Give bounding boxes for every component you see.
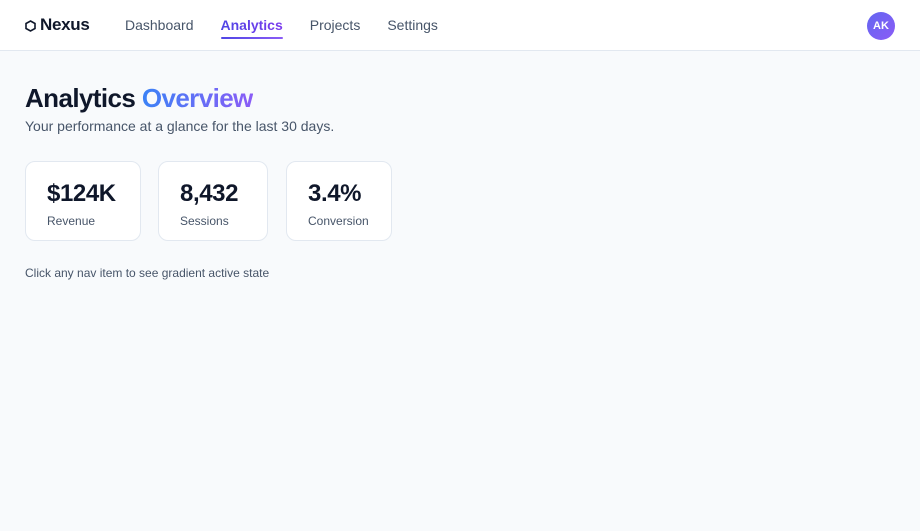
hexagon-icon — [25, 19, 36, 32]
stat-card-revenue: $124K Revenue — [25, 161, 141, 241]
stat-label: Sessions — [180, 214, 229, 228]
brand-logo[interactable]: Nexus — [25, 15, 90, 35]
top-navbar: Nexus Dashboard Analytics Projects Setti… — [0, 0, 920, 51]
stat-value: $124K — [47, 180, 116, 207]
brand-name: Nexus — [40, 15, 90, 34]
stat-value: 8,432 — [180, 180, 239, 207]
nav-item-settings[interactable]: Settings — [387, 0, 438, 51]
user-avatar[interactable]: AK — [867, 12, 895, 40]
hint-text: Click any nav item to see gradient activ… — [25, 266, 270, 280]
page-title-main: Analytics — [25, 83, 136, 113]
nav-item-analytics[interactable]: Analytics — [220, 0, 284, 51]
stat-card-sessions: 8,432 Sessions — [158, 161, 268, 241]
main-nav: Dashboard Analytics Projects Settings — [125, 0, 438, 51]
stat-value: 3.4% — [308, 180, 362, 207]
page-title: Analytics Overview — [25, 83, 253, 114]
page-title-accent: Overview — [141, 83, 253, 113]
page-subtitle: Your performance at a glance for the las… — [25, 118, 335, 134]
nav-item-dashboard[interactable]: Dashboard — [125, 0, 194, 51]
stat-label: Conversion — [308, 214, 369, 228]
stat-card-conversion: 3.4% Conversion — [286, 161, 392, 241]
stat-label: Revenue — [47, 214, 96, 228]
nav-item-projects[interactable]: Projects — [310, 0, 361, 51]
